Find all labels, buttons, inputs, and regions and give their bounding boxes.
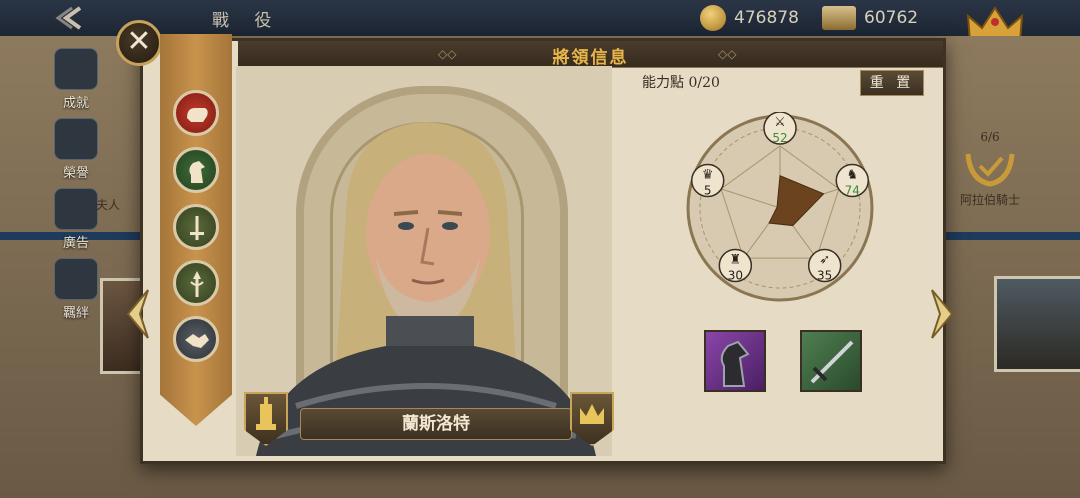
castle-icon-glyph: ♜ [730,252,742,267]
close-icon: ✕ [126,24,152,59]
stat-node-defense: ♜30 [718,248,753,282]
handshake-icon [54,258,98,300]
sword-skill-icon [810,340,854,384]
horse-skill-icon [720,340,750,387]
sword-shield-icon [54,118,98,160]
crossed-swords-icon-glyph: ⚔ [774,115,786,130]
scroll-icon [822,6,856,30]
bow-icon-glyph: ➶ [819,252,830,267]
ability-points: 能力點 0/20 [642,75,720,91]
back-button[interactable] [52,4,92,32]
sword-icon [190,216,204,240]
scroll-counter: 60762 [822,6,918,30]
next-general-button[interactable] [924,288,958,340]
menu-label: 廣告 [62,236,89,251]
scroll-amount: 60762 [864,8,919,28]
fist-icon [187,108,208,122]
menu-ads[interactable]: 廣告 [50,188,102,254]
film-icon [54,188,98,230]
category-tab-cavalry[interactable] [173,147,219,193]
dialog-title: 將領信息 [552,48,629,68]
card-count: 6/6 [980,130,1000,144]
background-general-card: 6/6 阿拉伯騎士 [950,130,1030,208]
chevron-right-icon [931,289,954,339]
knight-horse-icon [189,161,205,183]
stat-value-attack: 52 [772,131,787,145]
menu-label: 羈絆 [62,306,89,321]
reset-button[interactable]: 重 置 [860,70,924,96]
category-tab-diplomacy[interactable] [173,316,219,362]
general-portrait-area [236,66,612,456]
previous-general-button[interactable] [122,288,156,340]
dialog-header: ◇◇ 將領信息 ◇◇ [238,41,943,68]
gold-amount: 476878 [734,8,799,28]
handshake-icon [185,334,209,348]
top-bar: 戰 役 476878 60762 [0,0,1080,38]
crown-icon-glyph: ♛ [702,168,714,183]
gold-counter: 476878 [700,5,799,31]
background-card-image [994,276,1080,372]
laurel-badge-icon [965,153,1015,187]
spear-icon [190,271,204,297]
general-portrait-image [256,122,596,456]
menu-label: 榮譽 [62,166,89,181]
skill-slot-horse[interactable] [704,330,766,392]
general-name-plate: 蘭斯洛特 [300,408,572,440]
gold-coin-icon [700,5,726,31]
ornament-icon: ◇◇ [718,47,737,61]
stat-value-cavalry: 74 [845,184,860,198]
back-arrow-icon [55,6,82,30]
side-menu: 成就 榮譽 廣告 羈絆 [50,48,102,328]
category-tab-infantry[interactable] [173,204,219,250]
stat-node-archery: ➶35 [807,248,842,282]
stat-value-archery: 35 [817,268,832,282]
stat-value-leadership: 5 [704,184,712,198]
horse-head-icon-glyph: ♞ [846,168,858,183]
card-name: 阿拉伯騎士 [959,193,1020,207]
trophy-icon [54,48,98,90]
menu-bonds[interactable]: 羈絆 [50,258,102,324]
close-button[interactable]: ✕ [116,20,162,66]
menu-label: 成就 [62,96,89,111]
menu-honor[interactable]: 榮譽 [50,118,102,184]
background-card-label: 夫人 [96,198,121,212]
skill-slot-sword[interactable] [800,330,862,392]
menu-achievements[interactable]: 成就 [50,48,102,114]
stat-node-cavalry: ♞74 [835,163,870,198]
chevron-left-icon [126,289,149,339]
stat-node-attack: ⚔52 [763,112,797,145]
category-tab-fist[interactable] [173,90,219,136]
stats-radar-chart: ⚔52 ♞74 ➶35 ♜30 ♛5 [686,112,874,302]
stat-value-defense: 30 [728,268,743,282]
category-tab-spear[interactable] [173,260,219,306]
page-title: 戰 役 [212,11,282,31]
stat-node-leadership: ♛5 [690,163,725,198]
